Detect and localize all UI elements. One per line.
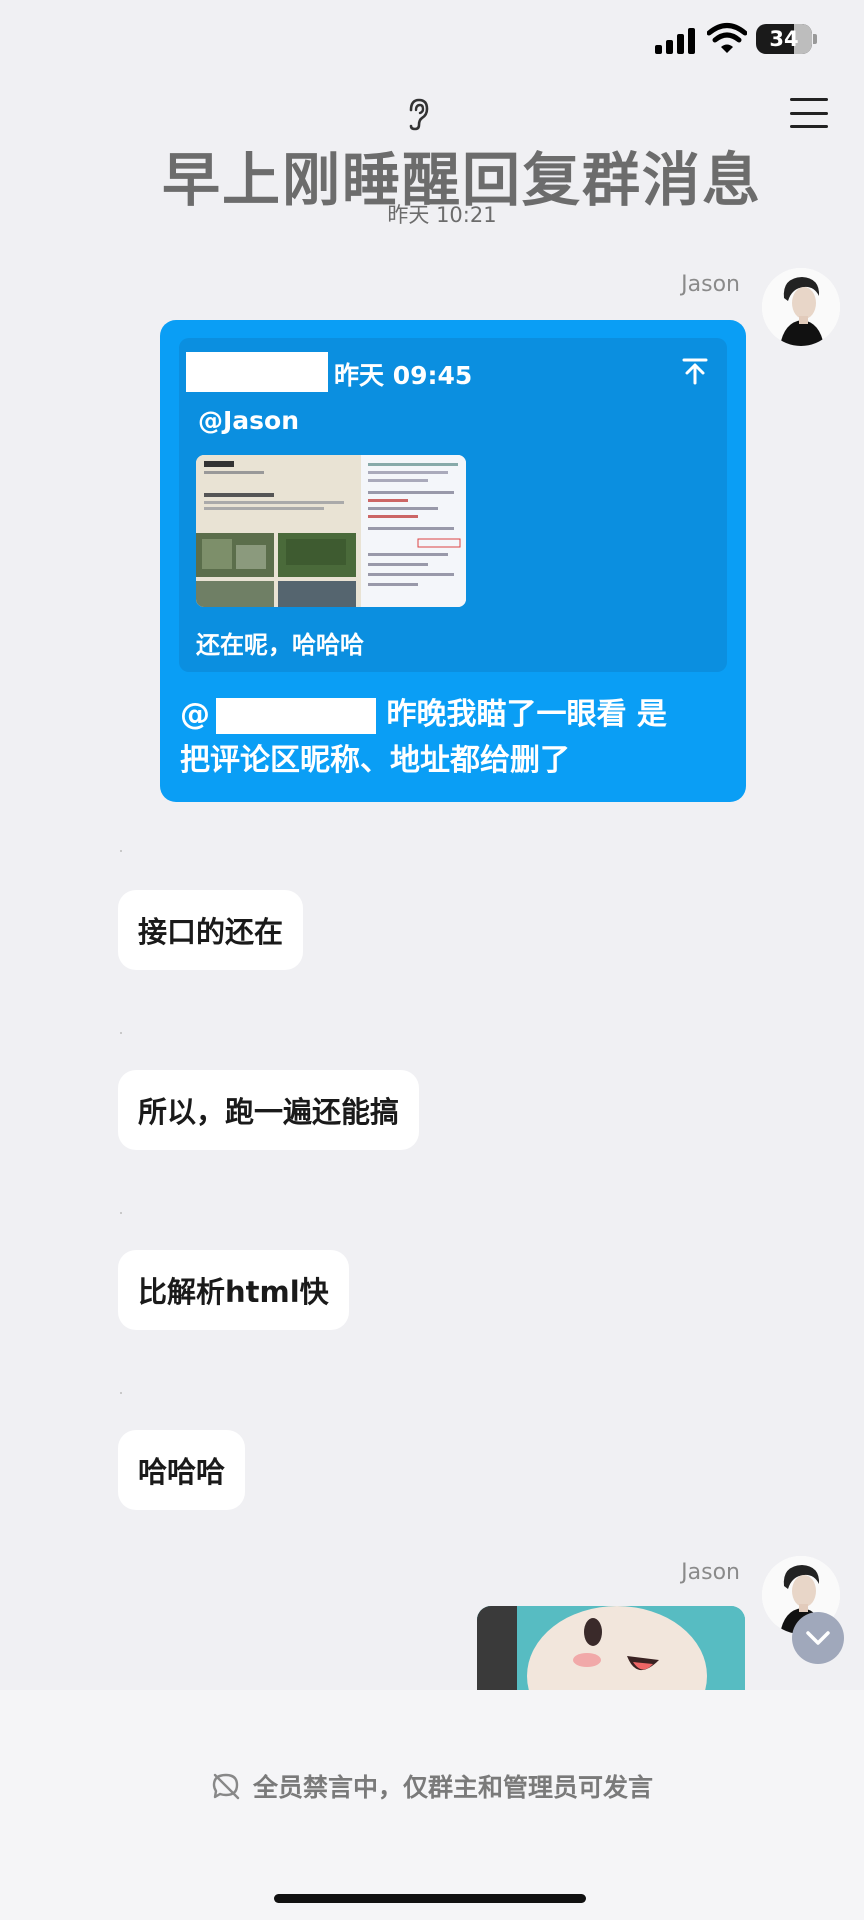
redacted-mention	[216, 697, 376, 734]
mention-at[interactable]: @	[180, 697, 210, 732]
muted-chat-icon	[212, 1773, 240, 1800]
message-text: 比解析html快	[138, 1275, 329, 1309]
sticker-image[interactable]	[477, 1606, 745, 1690]
battery-icon: 34	[756, 24, 812, 54]
mute-notice: 全员禁言中，仅群主和管理员可发言	[0, 1768, 864, 1804]
input-bar	[0, 1690, 864, 1920]
ear-icon[interactable]	[402, 96, 434, 132]
message-text: @ 昨晚我瞄了一眼看 是 把评论区昵称、地址都给删了	[180, 692, 730, 784]
divider-dot	[120, 850, 122, 852]
quoted-image-thumbnail[interactable]	[196, 455, 466, 607]
menu-icon[interactable]	[790, 98, 828, 128]
divider-dot	[120, 1392, 122, 1394]
redacted-name	[186, 352, 328, 392]
divider-dot	[120, 1212, 122, 1214]
battery-tip	[813, 34, 817, 44]
message-text-line1: 昨晚我瞄了一眼看 是	[376, 697, 667, 732]
message-text: 接口的还在	[138, 915, 284, 949]
battery-level: 34	[769, 27, 799, 51]
message-text: 所以，跑一遍还能搞	[138, 1095, 400, 1129]
scroll-to-bottom-button[interactable]	[792, 1612, 844, 1664]
quote-mention: @Jason	[198, 406, 300, 435]
sender-name: Jason	[681, 1560, 740, 1585]
mute-notice-text: 全员禁言中，仅群主和管理员可发言	[252, 1773, 653, 1802]
message-text-line2: 把评论区昵称、地址都给删了	[180, 743, 570, 778]
chevron-down-icon	[806, 1631, 830, 1645]
sender-name: Jason	[681, 272, 740, 297]
quote-reply-text: 还在呢，哈哈哈	[196, 631, 364, 659]
avatar[interactable]	[762, 268, 840, 346]
home-indicator[interactable]	[274, 1894, 586, 1903]
cellular-signal-icon	[655, 26, 699, 54]
message-bubble[interactable]: 接口的还在	[118, 890, 304, 970]
jump-to-quote-icon[interactable]	[680, 356, 710, 386]
message-bubble[interactable]: 哈哈哈	[118, 1430, 246, 1510]
message-text: 哈哈哈	[138, 1455, 226, 1489]
message-bubble[interactable]: 比解析html快	[118, 1250, 349, 1330]
divider-dot	[120, 1032, 122, 1034]
wifi-icon	[707, 23, 747, 53]
timestamp-separator: 昨天 10:21	[387, 203, 497, 227]
message-bubble[interactable]: 所以，跑一遍还能搞	[118, 1070, 420, 1150]
quote-time: 昨天 09:45	[334, 361, 473, 390]
